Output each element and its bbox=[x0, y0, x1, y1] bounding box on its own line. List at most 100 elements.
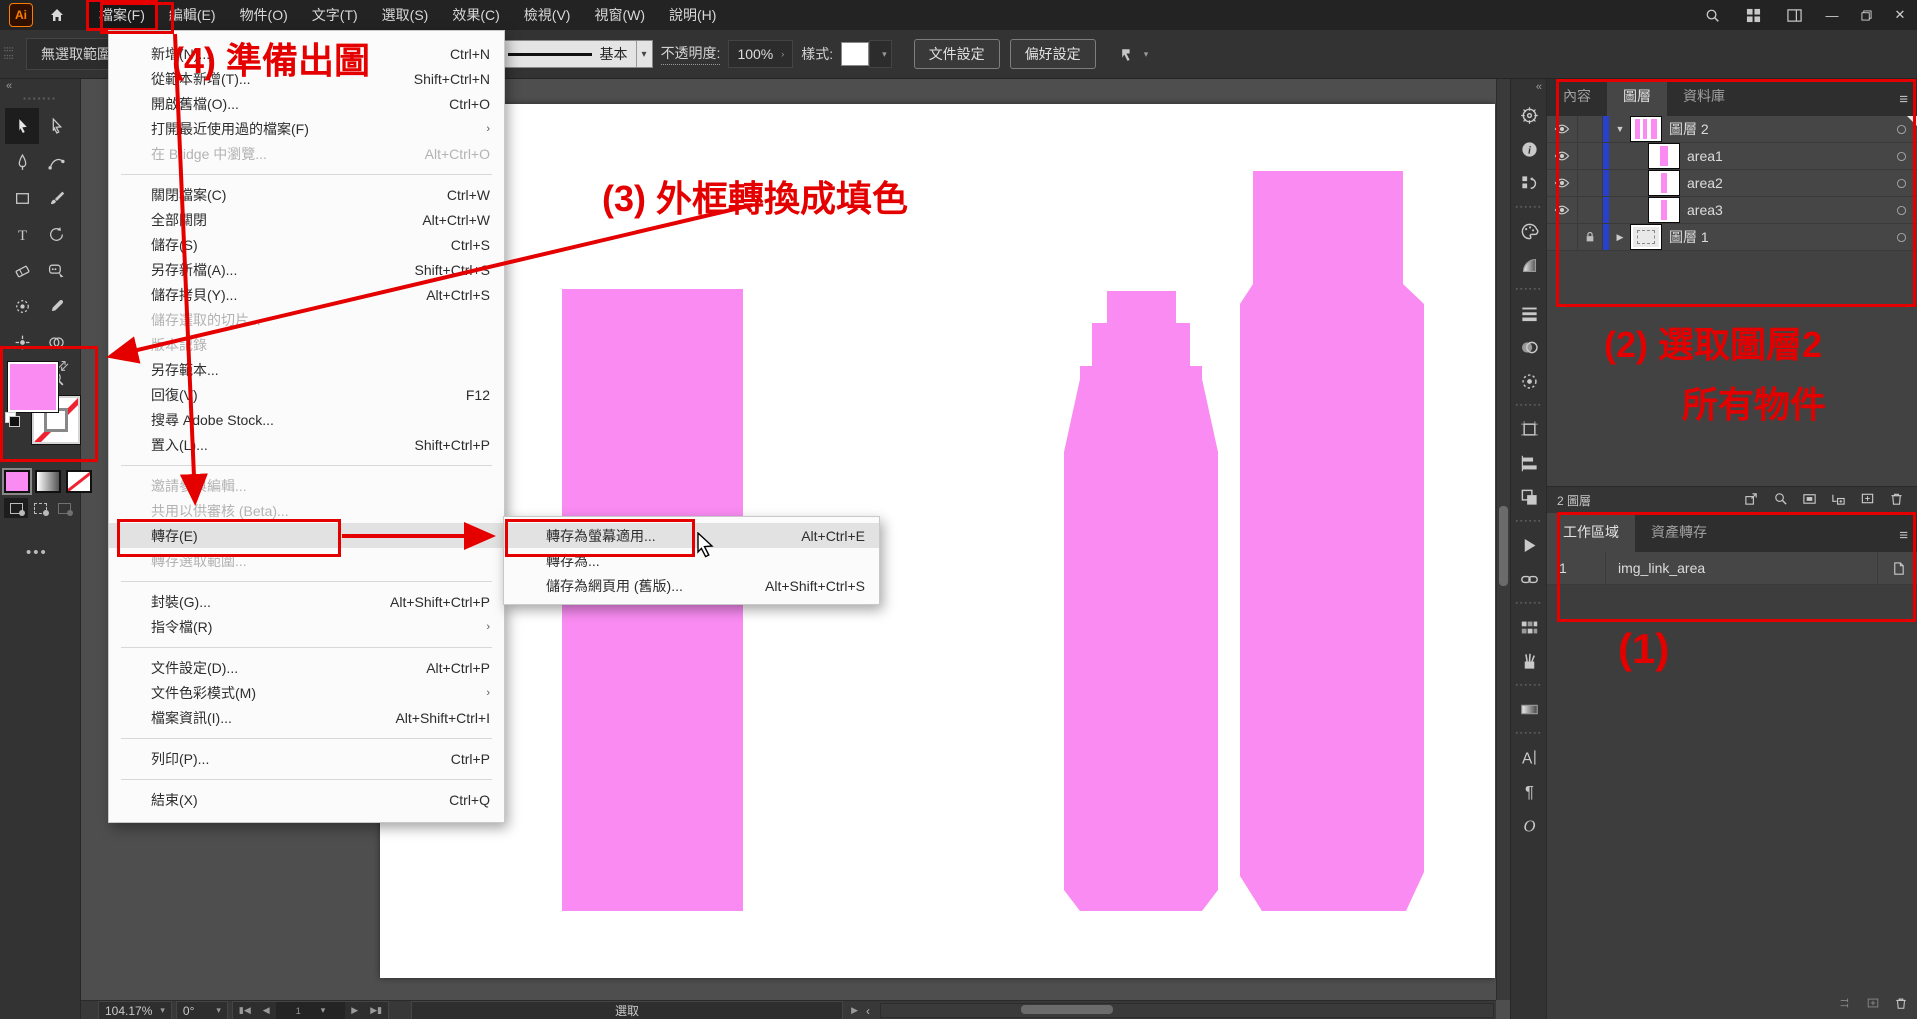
file-menu-item-1[interactable]: 新增(N)...Ctrl+N bbox=[109, 41, 504, 66]
links-panel-icon[interactable] bbox=[1511, 562, 1547, 596]
first-artboard-icon[interactable]: ▮◀ bbox=[233, 1005, 257, 1016]
layers-tab-資料庫[interactable]: 資料庫 bbox=[1667, 77, 1741, 116]
export-submenu-item-1[interactable]: 轉存為螢幕適用...Alt+Ctrl+E bbox=[504, 523, 879, 548]
lock-toggle-empty[interactable] bbox=[1578, 197, 1603, 223]
visibility-eye-icon[interactable] bbox=[1547, 116, 1578, 142]
lock-icon[interactable] bbox=[1578, 224, 1603, 250]
document-setup-button[interactable]: 文件設定 bbox=[914, 39, 1000, 69]
file-menu-item-31[interactable]: 列印(P)...Ctrl+P bbox=[109, 746, 504, 771]
expand-panels-icon[interactable]: « bbox=[1536, 81, 1542, 93]
layer-thumbnail[interactable] bbox=[1649, 171, 1679, 195]
horizontal-scrollbar-thumb[interactable] bbox=[1021, 1005, 1113, 1014]
direct-selection-tool-icon[interactable] bbox=[39, 108, 73, 144]
preferences-button[interactable]: 偏好設定 bbox=[1010, 39, 1096, 69]
dock-grip[interactable]: ▪▪▪▪▪▪ bbox=[1516, 514, 1543, 528]
layer-row-area1[interactable]: area1 bbox=[1547, 143, 1917, 170]
file-menu-item-17[interactable]: 置入(L)...Shift+Ctrl+P bbox=[109, 432, 504, 457]
dock-grip[interactable]: ▪▪▪▪▪▪ bbox=[1516, 678, 1543, 692]
lock-toggle-empty[interactable] bbox=[1578, 116, 1603, 142]
expand-chevron-icon[interactable]: ▼ bbox=[1609, 124, 1631, 134]
artboards-tab-工作區域[interactable]: 工作區域 bbox=[1547, 513, 1635, 552]
file-menu-item-27[interactable]: 文件設定(D)...Alt+Ctrl+P bbox=[109, 655, 504, 680]
style-dropdown[interactable]: ▾ bbox=[869, 40, 892, 68]
rearrange-icon[interactable] bbox=[1838, 996, 1852, 1015]
collapse-toolbar-icon[interactable]: « bbox=[6, 80, 12, 92]
layer-name[interactable]: area3 bbox=[1687, 202, 1884, 218]
file-menu-item-7[interactable]: 關閉檔案(C)Ctrl+W bbox=[109, 182, 504, 207]
file-menu-item-28[interactable]: 文件色彩模式(M)› bbox=[109, 680, 504, 705]
close-button[interactable]: ✕ bbox=[1883, 0, 1917, 30]
layer-thumbnail[interactable] bbox=[1649, 144, 1679, 168]
layers-tab-內容[interactable]: 內容 bbox=[1547, 77, 1607, 116]
target-circle-icon[interactable] bbox=[1884, 231, 1917, 244]
layer-name[interactable]: area1 bbox=[1687, 148, 1884, 164]
horizontal-scrollbar[interactable] bbox=[880, 1003, 1494, 1018]
artwork-shape-3[interactable] bbox=[1240, 171, 1424, 911]
file-menu-item-4[interactable]: 打開最近使用過的檔案(F)› bbox=[109, 116, 504, 141]
eyedropper-tool-icon[interactable] bbox=[39, 288, 73, 324]
color-button[interactable] bbox=[4, 470, 30, 493]
visibility-toggle-empty[interactable] bbox=[1547, 224, 1578, 250]
isolate-selection-icon[interactable]: ▾ bbox=[1106, 39, 1162, 69]
opentype-panel-icon[interactable]: O bbox=[1511, 808, 1547, 842]
visibility-eye-icon[interactable] bbox=[1547, 170, 1578, 196]
status-expand-icon[interactable]: ▶ bbox=[843, 1005, 866, 1016]
file-menu-item-15[interactable]: 回復(V)F12 bbox=[109, 382, 504, 407]
menubar-item-7[interactable]: 檢視(V) bbox=[512, 0, 583, 30]
expand-chevron-icon[interactable]: ▶ bbox=[1609, 232, 1631, 243]
file-menu-item-9[interactable]: 儲存(S)Ctrl+S bbox=[109, 232, 504, 257]
artboards-tab-資產轉存[interactable]: 資產轉存 bbox=[1635, 513, 1723, 552]
export-submenu-item-3[interactable]: 儲存為網頁用 (舊版)...Alt+Shift+Ctrl+S bbox=[504, 573, 879, 598]
chevron-down-icon[interactable]: ▾ bbox=[636, 41, 652, 67]
target-circle-icon[interactable] bbox=[1884, 150, 1917, 163]
color-guide-panel-icon[interactable] bbox=[1511, 248, 1547, 282]
selection-tool-icon[interactable] bbox=[5, 108, 39, 144]
layer-row-area3[interactable]: area3 bbox=[1547, 197, 1917, 224]
dock-grip[interactable]: ▪▪▪▪▪▪ bbox=[1516, 282, 1543, 296]
pen-tool-icon[interactable] bbox=[5, 144, 39, 180]
file-menu-item-21[interactable]: 轉存(E)› bbox=[109, 523, 504, 548]
default-fill-stroke-icon[interactable] bbox=[5, 412, 19, 426]
target-circle-icon[interactable] bbox=[1884, 177, 1917, 190]
layer-thumbnail[interactable] bbox=[1631, 117, 1661, 141]
transparency-panel-icon[interactable] bbox=[1511, 330, 1547, 364]
menubar-item-9[interactable]: 說明(H) bbox=[657, 0, 728, 30]
artboard-name[interactable]: img_link_area bbox=[1606, 560, 1877, 576]
opacity-value[interactable]: 100%› bbox=[728, 40, 793, 68]
file-menu-item-14[interactable]: 另存範本... bbox=[109, 357, 504, 382]
rectangle-tool-icon[interactable] bbox=[5, 180, 39, 216]
paragraph-panel-icon[interactable]: ¶ bbox=[1511, 774, 1547, 808]
stroke-panel-icon[interactable] bbox=[1511, 296, 1547, 330]
scroll-left-icon[interactable]: ‹ bbox=[866, 1004, 870, 1018]
actions-panel-icon[interactable] bbox=[1511, 528, 1547, 562]
delete-icon[interactable] bbox=[1894, 996, 1908, 1015]
vertical-scrollbar[interactable] bbox=[1496, 78, 1510, 1000]
dock-grip[interactable]: ▪▪▪▪▪▪ bbox=[1516, 596, 1543, 610]
locate-object-icon[interactable] bbox=[1773, 491, 1788, 509]
current-artboard[interactable]: 1▾ bbox=[276, 1002, 346, 1019]
last-artboard-icon[interactable]: ▶▮ bbox=[364, 1005, 388, 1016]
character-panel-icon[interactable]: A bbox=[1511, 740, 1547, 774]
swatches-panel-icon[interactable] bbox=[1511, 610, 1547, 644]
file-menu-item-16[interactable]: 搜尋 Adobe Stock... bbox=[109, 407, 504, 432]
layer-row-圖層 1[interactable]: ▶圖層 1 bbox=[1547, 224, 1917, 251]
workspace-switcher-icon[interactable] bbox=[1733, 0, 1774, 30]
shaper-tool-icon[interactable] bbox=[39, 252, 73, 288]
artwork-shape-2[interactable] bbox=[1064, 291, 1218, 911]
file-menu-item-2[interactable]: 從範本新增(T)...Shift+Ctrl+N bbox=[109, 66, 504, 91]
layer-name[interactable]: area2 bbox=[1687, 175, 1884, 191]
create-layer-icon[interactable] bbox=[1860, 491, 1875, 509]
wheel-panel-icon[interactable] bbox=[1511, 98, 1547, 132]
artboard-panel-icon[interactable] bbox=[1511, 412, 1547, 446]
type-tool-icon[interactable]: T bbox=[5, 216, 39, 252]
menubar-item-3[interactable]: 物件(O) bbox=[228, 0, 300, 30]
file-menu-item-8[interactable]: 全部關閉Alt+Ctrl+W bbox=[109, 207, 504, 232]
layers-panel-menu-icon[interactable]: ≡ bbox=[1889, 91, 1917, 116]
gradient-button[interactable] bbox=[35, 470, 61, 493]
menubar-item-4[interactable]: 文字(T) bbox=[300, 0, 370, 30]
curvature-tool-icon[interactable] bbox=[39, 144, 73, 180]
draw-normal-button[interactable] bbox=[4, 498, 28, 518]
visibility-eye-icon[interactable] bbox=[1547, 197, 1578, 223]
restore-button[interactable] bbox=[1849, 0, 1883, 30]
dock-grip[interactable]: ▪▪▪▪▪▪ bbox=[1516, 200, 1543, 214]
